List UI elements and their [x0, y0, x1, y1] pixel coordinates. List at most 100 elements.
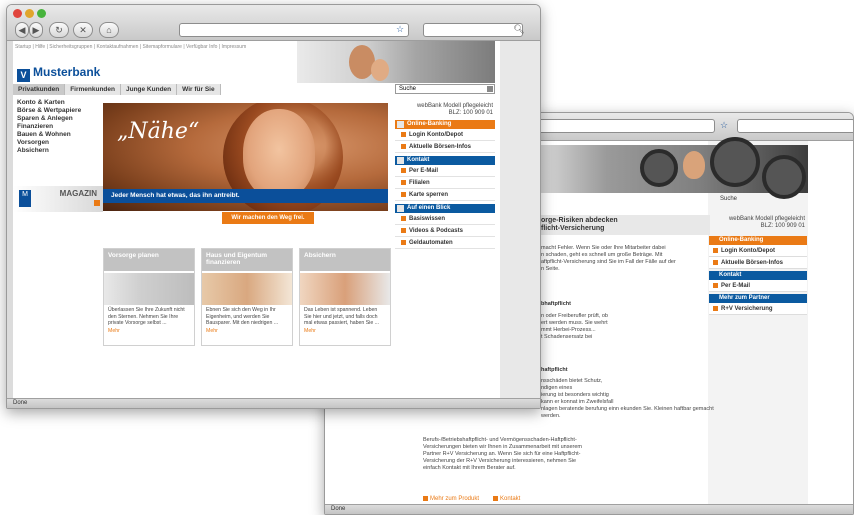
- tab-privatkunden[interactable]: Privatkunden: [13, 84, 66, 95]
- card-more-link[interactable]: Mehr: [300, 327, 390, 334]
- nav-item-boerse[interactable]: Börse & Wertpapiere: [13, 107, 103, 115]
- text-line: macht Fehler. Wenn Sie oder Ihre Mitarbe…: [541, 245, 666, 251]
- card-title: Haus und Eigentum finanzieren: [202, 249, 292, 271]
- menu-item-login[interactable]: Login Konto/Depot: [395, 129, 495, 141]
- card-text: Ebnen Sie sich den Weg in Ihr Eigenheim,…: [206, 307, 279, 326]
- menu-item-geldautomaten[interactable]: Geldautomaten: [395, 237, 495, 249]
- right-menu: Online-Banking Login Konto/Depot Aktuell…: [709, 234, 807, 315]
- menu-section-online-banking: Online-Banking: [709, 236, 807, 245]
- hero-quote: „Nähe“: [117, 119, 200, 144]
- magazine-icon: M: [19, 190, 31, 207]
- page-headline: orge-Risiken abdecken flicht-Versicherun…: [525, 215, 710, 235]
- left-navigation: Konto & Karten Börse & Wertpapiere Spare…: [13, 99, 103, 155]
- tire-image: [762, 155, 806, 199]
- card-more-link[interactable]: Mehr: [104, 327, 194, 334]
- tab-wir-fuer-sie[interactable]: Wir für Sie: [177, 84, 221, 95]
- menu-item-filialen[interactable]: Filialen: [395, 177, 495, 189]
- search-bar[interactable]: [737, 119, 853, 133]
- menu-item-email[interactable]: Per E-Mail: [709, 280, 807, 292]
- card-more-link[interactable]: Mehr: [202, 327, 292, 334]
- search-button[interactable]: [487, 86, 493, 92]
- header-image: [297, 41, 495, 83]
- text-line: ierung ist besonders wichtig: [541, 392, 609, 398]
- text-line: mmt Herbei-Prozess...: [541, 327, 596, 333]
- home-icon[interactable]: ⌂: [99, 22, 119, 38]
- menu-item-aktuelle[interactable]: Aktuelle Börsen-Infos: [395, 141, 495, 153]
- magazin-teaser[interactable]: M MAGAZIN: [13, 186, 103, 212]
- nav-item-konto[interactable]: Konto & Karten: [13, 99, 103, 107]
- back-button[interactable]: ◀: [15, 22, 29, 38]
- menu-item-aktuelle[interactable]: Aktuelle Börsen-Infos: [709, 257, 807, 269]
- nav-item-vorsorgen[interactable]: Vorsorgen: [13, 139, 103, 147]
- menu-item-login[interactable]: Login Konto/Depot: [709, 245, 807, 257]
- section-title: haftpflicht: [541, 367, 568, 373]
- card-image: [104, 273, 194, 305]
- reload-icon[interactable]: ↻: [49, 22, 69, 38]
- card-image: [300, 273, 390, 305]
- tab-junge-kunden[interactable]: Junge Kunden: [120, 84, 178, 95]
- text-line: ndigen eines: [541, 385, 573, 391]
- status-bar: Done: [325, 504, 853, 514]
- stop-icon[interactable]: ✕: [73, 22, 93, 38]
- hero-face-image: [243, 109, 315, 199]
- text-line: Versicherungen bieten wir Ihnen in Zusam…: [423, 444, 582, 450]
- nav-item-finanzieren[interactable]: Finanzieren: [13, 123, 103, 131]
- menu-item-email[interactable]: Per E-Mail: [395, 165, 495, 177]
- tire-image: [710, 137, 760, 187]
- bank-logo[interactable]: V Musterbank: [17, 65, 100, 82]
- zoom-button[interactable]: [37, 9, 46, 18]
- menu-item-videos[interactable]: Videos & Podcasts: [395, 225, 495, 237]
- tab-firmenkunden[interactable]: Firmenkunden: [65, 84, 121, 95]
- menu-section-online-banking: Online-Banking: [395, 120, 495, 129]
- screenshot-stage: ☆ Suche webBank Modell pflegeleicht BLZ:…: [0, 0, 854, 515]
- bookmark-star-icon[interactable]: ☆: [393, 22, 407, 38]
- section-text: nsschäden bietet Schutz, ndigen eines ie…: [541, 378, 721, 420]
- nav-item-sparen[interactable]: Sparen & Anlegen: [13, 115, 103, 123]
- site-search-input[interactable]: Suche: [395, 84, 495, 94]
- hero-cta-button[interactable]: Wir machen den Weg frei.: [222, 212, 314, 224]
- text-line: n Seite.: [541, 266, 560, 272]
- search-placeholder: Suche: [399, 86, 417, 92]
- menu-item-karte-sperren[interactable]: Karte sperren: [395, 189, 495, 201]
- hero-caption: Jeder Mensch hat etwas, das ihn antreibt…: [103, 189, 388, 203]
- arrow-icon: [94, 200, 100, 206]
- top-links[interactable]: Startup | Hilfe | Sicherheitsgruppen | K…: [15, 44, 246, 50]
- menu-item-rv[interactable]: R+V Versicherung: [709, 303, 807, 315]
- menu-section-kontakt: Kontakt: [395, 156, 495, 165]
- title-bar: ◀ ▶ ↻ ✕ ⌂ ☆ 🔍︎: [7, 5, 540, 41]
- address-bar[interactable]: [179, 23, 409, 37]
- nav-item-absichern[interactable]: Absichern: [13, 147, 103, 155]
- text-line: Berufs-/Betriebshaftpflicht- und Vermöge…: [423, 437, 577, 443]
- minimize-button[interactable]: [25, 9, 34, 18]
- forward-button[interactable]: ▶: [29, 22, 43, 38]
- teaser-card[interactable]: Haus und Eigentum finanzieren Ebnen Sie …: [201, 248, 293, 346]
- status-bar: Done: [7, 398, 540, 408]
- text-line: Versicherung der R+V Versicherung intere…: [423, 458, 577, 464]
- close-button[interactable]: [13, 9, 22, 18]
- card-text: Überlassen Sie Ihre Zukunft nicht den St…: [108, 307, 185, 326]
- blz-text: BLZ: 100 909 01: [760, 223, 805, 229]
- bookmark-star-icon[interactable]: ☆: [717, 118, 731, 134]
- headline-line: orge-Risiken abdecken: [541, 217, 618, 224]
- teaser-card[interactable]: Vorsorge planen Überlassen Sie Ihre Zuku…: [103, 248, 195, 346]
- person-image: [371, 59, 389, 81]
- magazin-label: MAGAZIN: [59, 189, 97, 198]
- nav-item-bauen[interactable]: Bauen & Wohnen: [13, 131, 103, 139]
- teaser-card[interactable]: Absichern Das Leben ist spannend. Leben …: [299, 248, 391, 346]
- modell-text: webBank Modell pflegeleicht: [728, 216, 805, 222]
- menu-section-partner: Mehr zum Partner: [709, 294, 807, 303]
- teaser-cards: Vorsorge planen Überlassen Sie Ihre Zuku…: [103, 248, 393, 348]
- search-bar[interactable]: [423, 23, 523, 37]
- text-line: n schaden, geht es schnell um große Betr…: [541, 252, 663, 258]
- page-content: Startup | Hilfe | Sicherheitsgruppen | K…: [7, 41, 540, 398]
- search-icon[interactable]: 🔍︎: [513, 22, 525, 38]
- text-line: nsschäden bietet Schutz,: [541, 378, 603, 384]
- menu-item-basiswissen[interactable]: Basiswissen: [395, 213, 495, 225]
- hero-banner[interactable]: „Nähe“ Jeder Mensch hat etwas, das ihn a…: [103, 103, 388, 211]
- logo-mark-icon: V: [17, 69, 30, 82]
- menu-section-kontakt: Kontakt: [709, 271, 807, 280]
- main-tabs: Privatkunden Firmenkunden Junge Kunden W…: [13, 84, 221, 95]
- logo-text: Musterbank: [33, 65, 101, 79]
- kontakt-link[interactable]: Kontakt: [493, 496, 520, 502]
- mehr-zum-produkt-link[interactable]: Mehr zum Produkt: [423, 496, 479, 502]
